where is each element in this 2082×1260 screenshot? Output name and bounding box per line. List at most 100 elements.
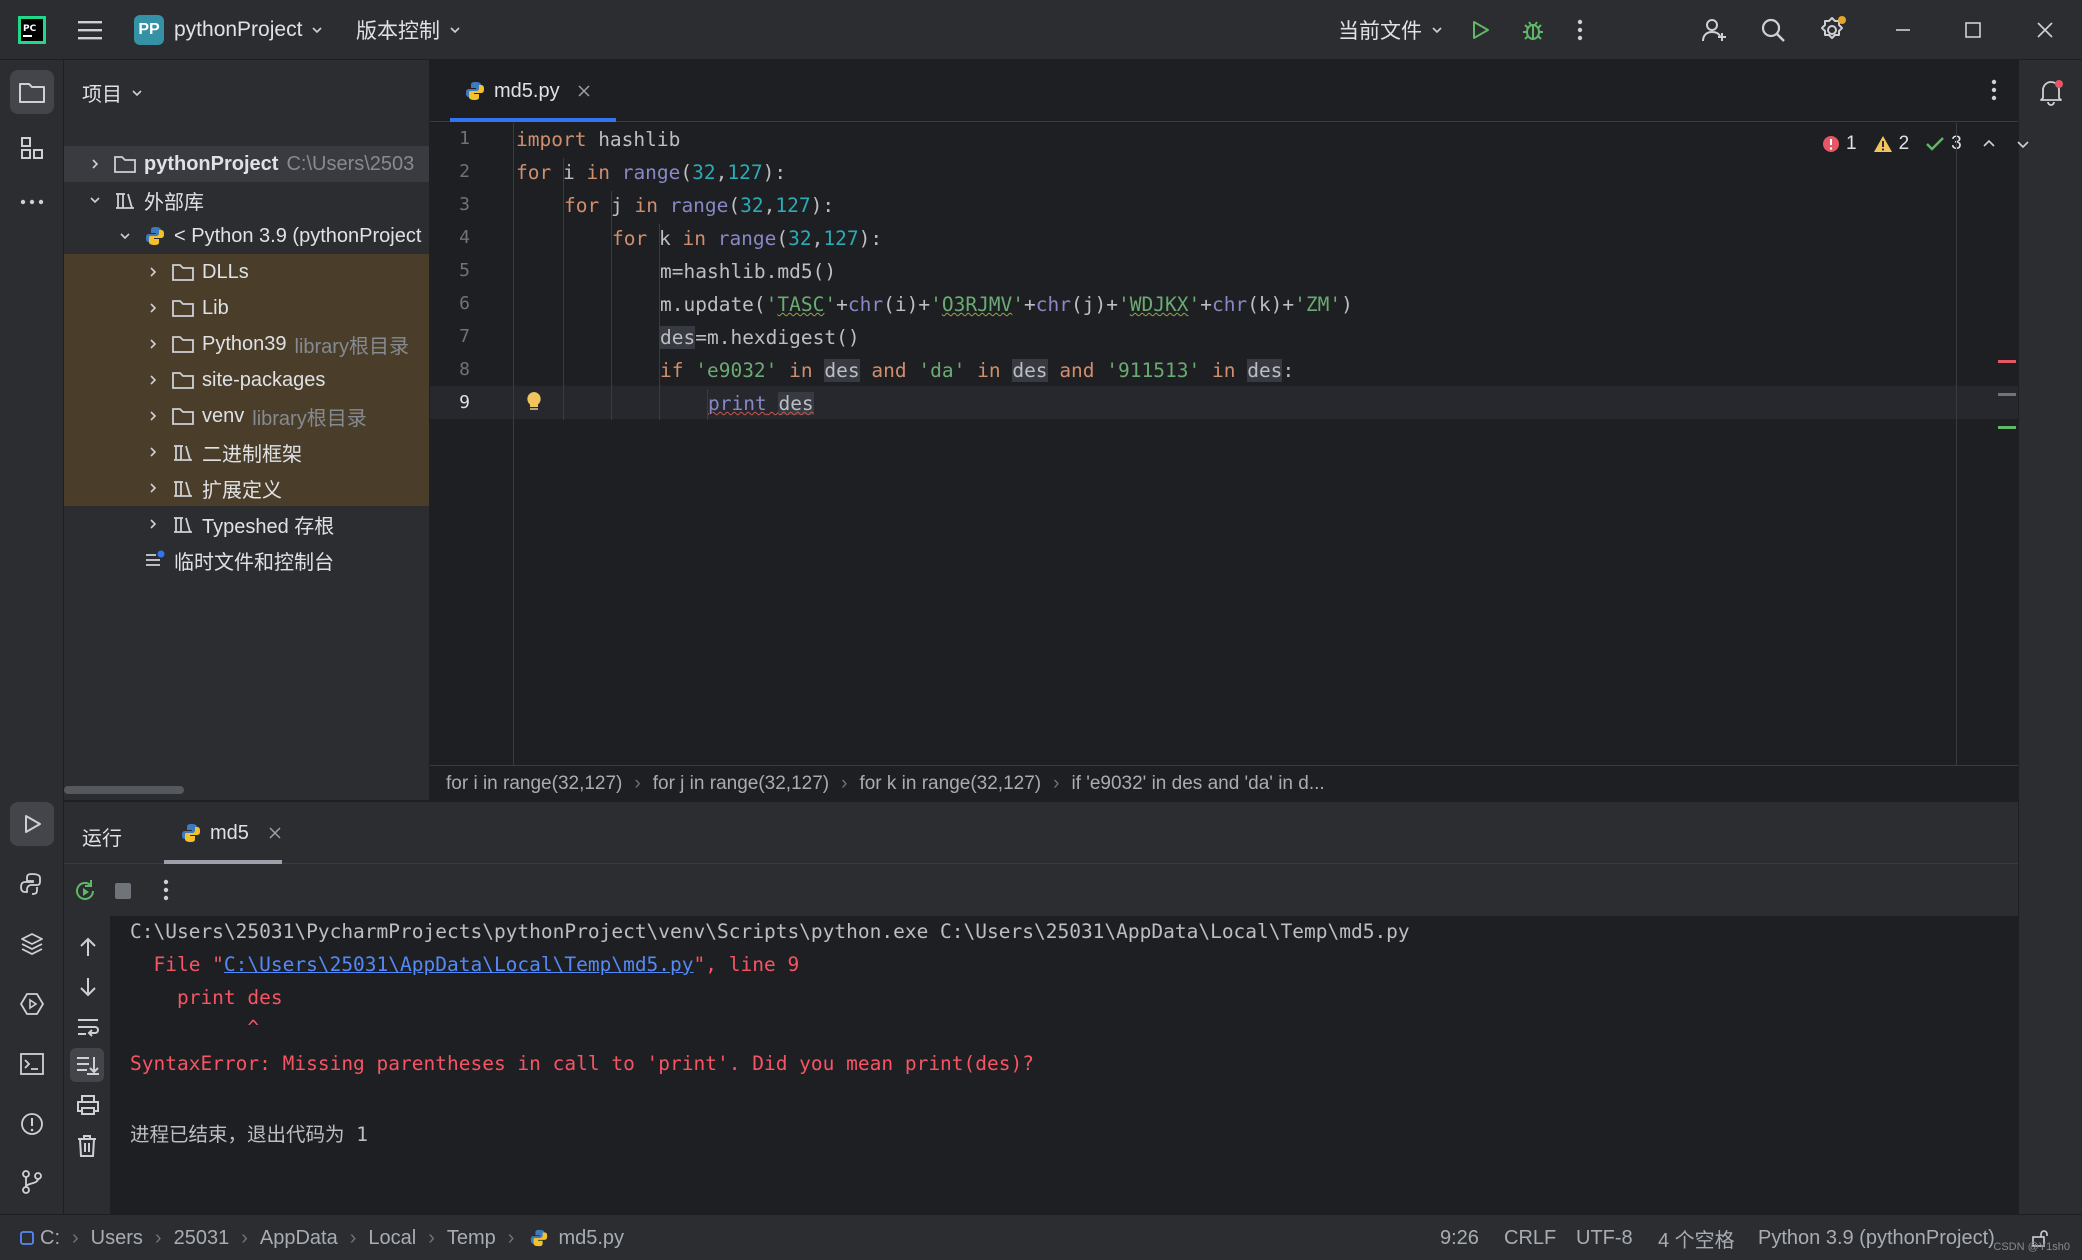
- lightbulb-icon[interactable]: [526, 391, 542, 413]
- terminal-button[interactable]: [10, 1042, 54, 1086]
- file-encoding[interactable]: UTF-8: [1576, 1215, 1633, 1260]
- more-actions-icon[interactable]: [162, 878, 170, 902]
- close-tab-icon[interactable]: [269, 827, 281, 839]
- tree-item-external-libraries[interactable]: 外部库: [64, 182, 429, 218]
- project-tool-button[interactable]: [10, 70, 54, 114]
- change-marker[interactable]: [1998, 426, 2016, 429]
- settings-icon[interactable]: [1818, 0, 1848, 60]
- run-button[interactable]: [1468, 0, 1492, 60]
- path-segment[interactable]: Users: [91, 1227, 143, 1250]
- chevron-right-icon[interactable]: [142, 446, 164, 458]
- search-icon[interactable]: [1760, 0, 1786, 60]
- tree-item-binary-skeletons[interactable]: 二进制框架: [64, 434, 429, 470]
- error-count: 1: [1846, 133, 1857, 154]
- chevron-right-icon[interactable]: [142, 302, 164, 314]
- close-button[interactable]: [2036, 0, 2054, 60]
- more-tools-icon[interactable]: [10, 180, 54, 224]
- vcs-menu[interactable]: 版本控制: [356, 0, 462, 60]
- error-marker[interactable]: [1998, 360, 2016, 363]
- breadcrumb-item[interactable]: for j in range(32,127): [653, 773, 829, 795]
- python-packages-button[interactable]: [10, 922, 54, 966]
- lock-icon[interactable]: [2030, 1215, 2050, 1260]
- tree-item-lib[interactable]: Lib: [64, 290, 429, 326]
- chevron-right-icon[interactable]: [142, 266, 164, 278]
- tree-item-dlls[interactable]: DLLs: [64, 254, 429, 290]
- chevron-right-icon[interactable]: [142, 338, 164, 350]
- chevron-down-icon[interactable]: [84, 194, 106, 206]
- folder-icon: [170, 295, 196, 321]
- watermark: CSDN @Y1sh0: [1993, 1241, 2070, 1253]
- run-tab-md5[interactable]: md5: [164, 802, 295, 864]
- print-icon[interactable]: [76, 1094, 100, 1116]
- python-console-button[interactable]: [10, 862, 54, 906]
- indent-setting[interactable]: 4 个空格: [1658, 1215, 1735, 1260]
- path-segment[interactable]: Temp: [447, 1227, 496, 1250]
- tree-item-python39[interactable]: Python39 library根目录: [64, 326, 429, 362]
- rerun-icon[interactable]: [72, 878, 98, 904]
- services-button[interactable]: [10, 982, 54, 1026]
- chevron-right-icon[interactable]: [142, 374, 164, 386]
- chevron-right-icon[interactable]: [84, 158, 106, 170]
- tab-actions-icon[interactable]: [1990, 78, 1998, 102]
- tree-item-venv[interactable]: venv library根目录: [64, 398, 429, 434]
- chevron-right-icon[interactable]: [142, 518, 164, 530]
- code-editor[interactable]: 1 2 3 4 5 6 7 8 9 import hashlib for i i…: [430, 123, 2029, 765]
- library-icon: [112, 187, 138, 213]
- run-config-selector[interactable]: 当前文件: [1338, 0, 1444, 60]
- line-separator[interactable]: CRLF: [1504, 1215, 1556, 1260]
- chevron-right-icon[interactable]: [142, 482, 164, 494]
- horizontal-scrollbar[interactable]: [64, 786, 184, 794]
- trash-icon[interactable]: [76, 1134, 98, 1158]
- notifications-button[interactable]: [2029, 70, 2073, 114]
- close-tab-icon[interactable]: [578, 85, 590, 97]
- problems-button[interactable]: [10, 1102, 54, 1146]
- soft-wrap-icon[interactable]: [76, 1016, 100, 1038]
- line-number: 3: [459, 194, 470, 215]
- tree-item-python-sdk[interactable]: < Python 3.9 (pythonProject: [64, 218, 429, 254]
- console-output[interactable]: C:\Users\25031\PycharmProjects\pythonPro…: [110, 916, 2018, 1215]
- debug-button[interactable]: [1520, 0, 1546, 60]
- minimize-button[interactable]: [1894, 0, 1912, 60]
- run-tool-button[interactable]: [10, 802, 54, 846]
- tree-item-pythonproject[interactable]: pythonProject C:\Users\2503: [64, 146, 429, 182]
- breadcrumb-item[interactable]: for i in range(32,127): [446, 773, 622, 795]
- project-switcher[interactable]: PP pythonProject: [134, 0, 324, 60]
- more-actions-icon[interactable]: [1576, 0, 1584, 60]
- interpreter-selector[interactable]: Python 3.9 (pythonProject): [1758, 1215, 1995, 1260]
- caret-position[interactable]: 9:26: [1440, 1215, 1479, 1260]
- git-button[interactable]: [10, 1160, 54, 1204]
- folder-icon: [19, 83, 45, 103]
- add-user-icon[interactable]: [1700, 0, 1728, 60]
- chevron-right-icon[interactable]: [142, 410, 164, 422]
- chevron-right-icon: ›: [634, 772, 641, 794]
- tree-item-site-packages[interactable]: site-packages: [64, 362, 429, 398]
- path-segment[interactable]: Local: [368, 1227, 416, 1250]
- project-panel: 项目 pythonProject C:\Users\2503 外部库 < Pyt…: [64, 60, 430, 800]
- inspection-widget[interactable]: 1 2 3: [1822, 131, 2030, 157]
- tree-item-extended-definitions[interactable]: 扩展定义: [64, 470, 429, 506]
- breadcrumb-item[interactable]: if 'e9032' in des and 'da' in d...: [1071, 773, 1324, 795]
- path-segment[interactable]: md5.py: [558, 1227, 624, 1250]
- path-segment[interactable]: C:: [40, 1227, 60, 1250]
- structure-icon: [21, 137, 43, 159]
- path-segment[interactable]: AppData: [260, 1227, 338, 1250]
- stop-icon[interactable]: [114, 882, 132, 900]
- path-segment[interactable]: 25031: [174, 1227, 230, 1250]
- tab-md5-py[interactable]: md5.py: [450, 60, 616, 122]
- structure-tool-button[interactable]: [10, 126, 54, 170]
- warning-count: 2: [1898, 133, 1910, 154]
- play-icon: [25, 815, 41, 833]
- console-file-link[interactable]: C:\Users\25031\AppData\Local\Temp\md5.py: [224, 953, 694, 976]
- tree-item-typeshed-stubs[interactable]: Typeshed 存根: [64, 506, 429, 542]
- breadcrumb-item[interactable]: for k in range(32,127): [859, 773, 1041, 795]
- project-panel-header[interactable]: 项目: [82, 78, 144, 107]
- arrow-down-icon[interactable]: [78, 976, 98, 998]
- maximize-button[interactable]: [1964, 0, 1982, 60]
- pycharm-logo[interactable]: PC: [18, 0, 46, 60]
- chevron-down-icon: [312, 27, 322, 34]
- tree-item-scratches[interactable]: 临时文件和控制台: [64, 542, 429, 578]
- main-menu-icon[interactable]: [78, 0, 104, 60]
- scroll-to-end-icon[interactable]: [70, 1048, 104, 1082]
- chevron-down-icon[interactable]: [114, 230, 136, 242]
- arrow-up-icon[interactable]: [78, 936, 98, 958]
